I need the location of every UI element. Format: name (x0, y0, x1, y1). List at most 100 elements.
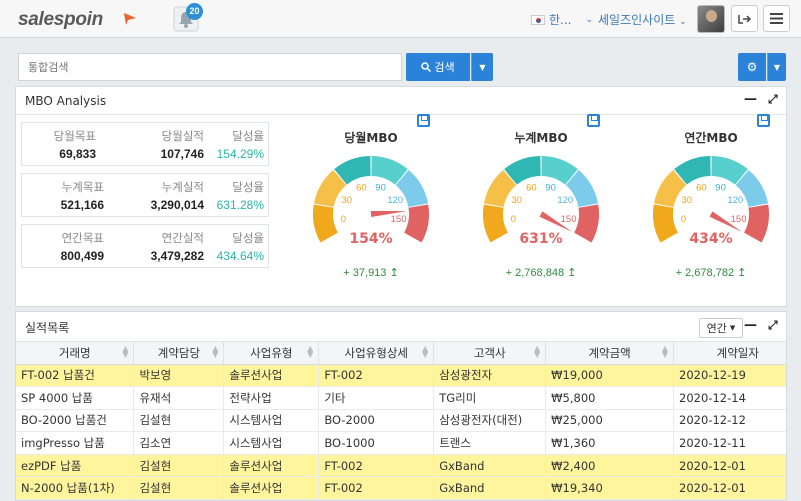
mbo-panel-header: MBO Analysis — ⤢ (16, 87, 786, 115)
column-header-label: 고객사 (473, 345, 506, 360)
column-header-label: 사업유형 (250, 345, 293, 360)
table-cell: 2020-12-11 (673, 431, 786, 455)
gauge-tick-label: 0 (681, 214, 686, 225)
gauge-tick-label: 150 (731, 214, 747, 225)
table-cell: BO-2000 (318, 409, 435, 433)
table-row[interactable]: SP 4000 납품 유재석 전략사업 기타 TG리미 ₩5,800 2020-12-14 (16, 386, 786, 410)
table-cell: 삼성광전자 (433, 364, 547, 388)
table-row[interactable]: ezPDF 납품 김설현 솔루션사업 FT-002 GxBand ₩2,400 2020-1… (16, 454, 786, 478)
save-icon[interactable] (757, 114, 770, 127)
sort-icon: ▲ ▼ (122, 344, 129, 359)
column-header[interactable]: 계약담당 ▲ ▼ (133, 342, 225, 365)
table-cell: ₩19,340 (545, 476, 675, 500)
gear-icon: ⚙ (746, 60, 758, 74)
column-header[interactable]: 계약금액 ▲ ▼ (545, 342, 675, 365)
minimize-button[interactable]: — (744, 318, 757, 333)
gauge-tick-label: 120 (727, 195, 743, 206)
panel-title: 실적목록 (25, 321, 70, 335)
save-icon[interactable] (587, 114, 600, 127)
caret-down-icon: ▼ (773, 62, 781, 72)
table-cell: 솔루션사업 (223, 454, 320, 478)
stat-value: 3,290,014 (150, 198, 204, 212)
panel-title: MBO Analysis (25, 94, 107, 108)
stat-box-yearly: 연간목표 800,499 연간실적 3,479,282 달성율 434.64% (21, 224, 269, 268)
expand-button[interactable]: ⤢ (768, 318, 778, 333)
sort-icon: ▲ ▼ (307, 344, 314, 359)
chevron-down-icon: ⌄ (585, 14, 594, 25)
gauge-tick-label: 30 (341, 195, 352, 206)
top-bar: salespoin 20 한... ⌄ 세일즈인사이트 ⌄ (0, 0, 801, 38)
mbo-panel: MBO Analysis — ⤢ 당월목표 69,833 당월실적 107,746 … (15, 86, 787, 307)
stat-value: 69,833 (59, 147, 96, 161)
settings-dropdown[interactable]: ▼ (767, 53, 786, 81)
stat-label: 달성율 (232, 231, 264, 245)
gauge-monthly: 당월MBO 0 30 60 90 120 150 154% + 37,913 ↥ (301, 114, 441, 294)
table-cell: FT-002 (318, 364, 435, 388)
caret-down-icon: ▼ (479, 62, 486, 72)
column-header[interactable]: 사업유형상세 ▲ ▼ (318, 342, 435, 365)
column-header[interactable]: 고객사 ▲ ▼ (433, 342, 547, 365)
table-cell: 김설현 (133, 454, 225, 478)
gauge-tick-label: 60 (356, 183, 367, 194)
table-row[interactable]: N-2000 납품(1차) 김설현 솔루션사업 FT-002 GxBand ₩19,340… (16, 476, 786, 500)
gauge-tick-label: 90 (545, 183, 556, 194)
search-icon (421, 62, 432, 72)
save-icon[interactable] (417, 114, 430, 127)
language-selector[interactable]: 한... ⌄ (531, 11, 593, 28)
user-menu[interactable]: 세일즈인사이트 ⌄ (598, 11, 687, 28)
column-header-label: 사업유형상세 (344, 345, 408, 360)
table-cell: FT-002 (318, 454, 435, 478)
column-header-label: 계약담당 (157, 345, 201, 360)
stat-label: 누계실적 (161, 180, 204, 194)
table-cell: ₩19,000 (545, 364, 675, 388)
table-cell: ₩5,800 (545, 386, 675, 410)
table-cell: FT-002 (318, 476, 435, 500)
table-cell: 유재석 (133, 386, 225, 410)
stat-rate: 154.29% (216, 147, 264, 161)
gauge-cumulative: 누계MBO 0 30 60 90 120 150 631% + 2,768,848 ↥ (471, 114, 611, 294)
logo[interactable]: salespoin (18, 9, 103, 31)
minimize-button[interactable]: — (744, 92, 757, 107)
sort-icon: ▲ ▼ (422, 344, 429, 359)
table-cell: BO-2000 납품건 (16, 409, 135, 433)
table-row[interactable]: imgPresso 납품 김소연 시스템사업 BO-1000 트랜스 ₩1,360 2020… (16, 431, 786, 455)
gauge-tick-label: 150 (391, 214, 407, 225)
logout-button[interactable] (731, 5, 758, 32)
table-row[interactable]: BO-2000 납품건 김설현 시스템사업 BO-2000 삼성광전자(대전) ₩25,0… (16, 409, 786, 433)
search-options-dropdown[interactable]: ▼ (471, 53, 493, 81)
table-cell: 시스템사업 (223, 409, 320, 433)
search-button[interactable]: 검색 (406, 53, 470, 81)
table-row[interactable]: FT-002 납품건 박보영 솔루션사업 FT-002 삼성광전자 ₩19,000 2020… (16, 364, 786, 388)
column-header[interactable]: 사업유형 ▲ ▼ (223, 342, 320, 365)
table-cell: 2020-12-01 (673, 454, 786, 478)
stat-label: 연간목표 (61, 231, 104, 245)
gauge-yearly: 연간MBO 0 30 60 90 120 150 434% + 2,678,782 ↥ (641, 114, 781, 294)
column-header-label: 계약일자 (716, 345, 759, 360)
avatar[interactable] (697, 5, 725, 33)
gauge-tick-label: 0 (341, 214, 346, 225)
gauge-percent: 434% (689, 231, 733, 247)
stat-label: 달성율 (232, 180, 264, 194)
gauge-percent: 154% (349, 231, 393, 247)
period-select[interactable]: 연간 ▼ (699, 318, 743, 338)
stat-value: 3,479,282 (150, 249, 204, 263)
column-header[interactable]: 계약일자▼ (673, 342, 786, 365)
stat-box-monthly: 당월목표 69,833 당월실적 107,746 달성율 154.29% (21, 122, 269, 166)
sales-table: 거래명 ▲ ▼ 계약담당 ▲ ▼ 사업유형 ▲ ▼ 사업유형상세 ▲ ▼ 고객사 ▲ ▼ 계약금액 ▲… (16, 342, 786, 500)
column-header[interactable]: 거래명 ▲ ▼ (16, 342, 135, 365)
expand-button[interactable]: ⤢ (768, 92, 778, 107)
gauge-percent: 631% (519, 231, 563, 247)
gauge-delta: + 2,768,848 ↥ (505, 267, 577, 279)
search-input[interactable] (18, 53, 402, 81)
korea-flag-icon (531, 14, 545, 25)
hamburger-menu-button[interactable] (763, 5, 790, 32)
stat-box-cumulative: 누계목표 521,166 누계실적 3,290,014 달성율 631.28% (21, 173, 269, 217)
table-cell: 김소연 (133, 431, 225, 455)
notification-badge: 20 (186, 3, 203, 20)
menu-icon (770, 13, 783, 24)
table-cell: 2020-12-01 (673, 476, 786, 500)
gauge-tick-label: 60 (696, 183, 707, 194)
stat-label: 연간실적 (161, 231, 204, 245)
table-cell: ₩1,360 (545, 431, 675, 455)
settings-button[interactable]: ⚙ (738, 53, 766, 81)
